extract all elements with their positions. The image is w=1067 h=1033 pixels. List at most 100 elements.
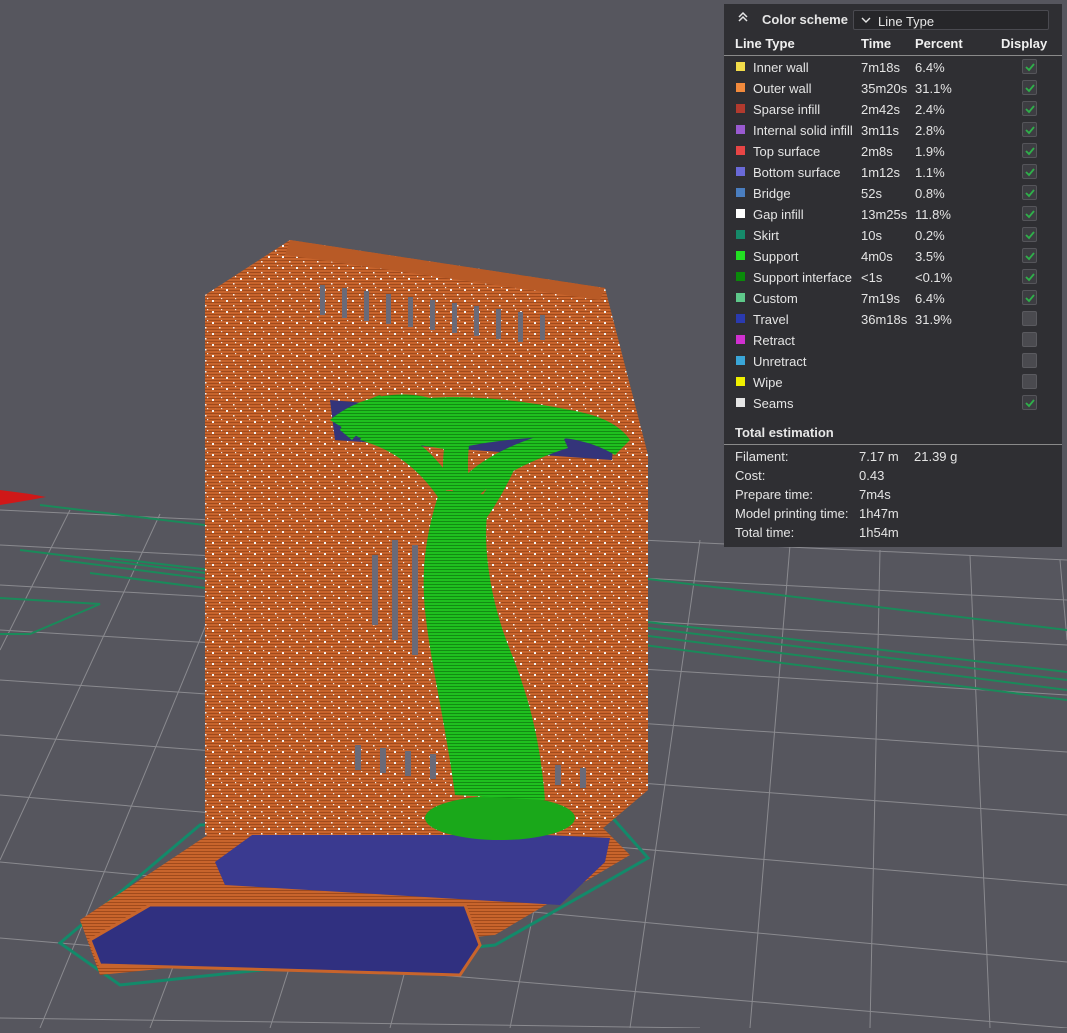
cost-label: Cost: [735, 468, 766, 483]
line-type-row: Support 4m0s 3.5% [724, 246, 1062, 267]
line-type-time: 2m42s [861, 102, 901, 117]
checkmark-icon [1025, 105, 1035, 114]
color-swatch [736, 251, 745, 260]
display-checkbox[interactable] [1022, 164, 1037, 179]
color-swatch [736, 146, 745, 155]
line-type-row: Bridge 52s 0.8% [724, 183, 1062, 204]
line-type-percent: 3.5% [915, 249, 945, 264]
cost-value: 0.43 [859, 468, 885, 483]
color-swatch [736, 209, 745, 218]
line-type-label: Internal solid infill [753, 123, 853, 138]
checkmark-icon [1025, 210, 1035, 219]
display-checkbox[interactable] [1022, 290, 1037, 305]
prepare-time-value: 7m4s [859, 487, 891, 502]
display-checkbox[interactable] [1022, 59, 1037, 74]
color-swatch [736, 62, 745, 71]
color-swatch [736, 83, 745, 92]
display-checkbox[interactable] [1022, 122, 1037, 137]
filament-weight: 21.39 g [914, 449, 958, 464]
line-type-label: Inner wall [753, 60, 809, 75]
display-checkbox[interactable] [1022, 311, 1037, 326]
line-type-percent: <0.1% [915, 270, 953, 285]
3d-preview-viewport[interactable]: Color scheme Line Type Line Type Time Pe… [0, 0, 1067, 1029]
display-checkbox[interactable] [1022, 248, 1037, 263]
line-type-row: Sparse infill 2m42s 2.4% [724, 99, 1062, 120]
checkmark-icon [1025, 294, 1035, 303]
line-type-percent: 31.1% [915, 81, 952, 96]
line-type-label: Seams [753, 396, 794, 411]
line-type-time: 7m19s [861, 291, 901, 306]
display-checkbox[interactable] [1022, 332, 1037, 347]
line-type-time: 2m8s [861, 144, 893, 159]
line-type-row: Unretract [724, 351, 1062, 372]
line-type-row: Internal solid infill 3m11s 2.8% [724, 120, 1062, 141]
chevron-down-icon [861, 17, 871, 23]
total-divider [724, 444, 1062, 445]
line-type-label: Retract [753, 333, 795, 348]
checkmark-icon [1025, 168, 1035, 177]
display-checkbox[interactable] [1022, 395, 1037, 410]
line-type-label: Unretract [753, 354, 807, 369]
color-scheme-dropdown[interactable]: Line Type [853, 10, 1049, 30]
color-swatch [736, 335, 745, 344]
total-time-value: 1h54m [859, 525, 899, 540]
line-type-row: Bottom surface 1m12s 1.1% [724, 162, 1062, 183]
line-type-percent: 2.4% [915, 102, 945, 117]
legend-panel: Color scheme Line Type Line Type Time Pe… [724, 4, 1062, 547]
checkmark-icon [1025, 63, 1035, 72]
column-header-display: Display [1001, 36, 1048, 51]
line-type-label: Travel [753, 312, 789, 327]
model-body [205, 240, 648, 835]
line-type-row: Seams [724, 393, 1062, 414]
line-type-time: 4m0s [861, 249, 893, 264]
line-type-time: 36m18s [861, 312, 908, 327]
checkmark-icon [1025, 399, 1035, 408]
color-swatch [736, 125, 745, 134]
line-type-label: Sparse infill [753, 102, 821, 117]
model-printing-time-value: 1h47m [859, 506, 899, 521]
display-checkbox[interactable] [1022, 101, 1037, 116]
line-type-percent: 1.1% [915, 165, 945, 180]
line-type-label: Support [753, 249, 799, 264]
line-type-label: Skirt [753, 228, 779, 243]
header-divider [724, 55, 1062, 56]
collapse-up-icon[interactable] [736, 10, 750, 24]
line-type-percent: 31.9% [915, 312, 952, 327]
line-type-row: Travel 36m18s 31.9% [724, 309, 1062, 330]
line-type-label: Bridge [753, 186, 791, 201]
display-checkbox[interactable] [1022, 80, 1037, 95]
color-swatch [736, 398, 745, 407]
display-checkbox[interactable] [1022, 353, 1037, 368]
line-type-percent: 2.8% [915, 123, 945, 138]
color-swatch [736, 377, 745, 386]
total-time-label: Total time: [735, 525, 795, 540]
line-type-row: Support interface <1s <0.1% [724, 267, 1062, 288]
line-type-row: Outer wall 35m20s 31.1% [724, 78, 1062, 99]
line-type-time: 52s [861, 186, 882, 201]
line-type-label: Custom [753, 291, 798, 306]
checkmark-icon [1025, 147, 1035, 156]
line-type-row: Skirt 10s 0.2% [724, 225, 1062, 246]
line-type-percent: 0.2% [915, 228, 945, 243]
line-type-row: Gap infill 13m25s 11.8% [724, 204, 1062, 225]
display-checkbox[interactable] [1022, 143, 1037, 158]
display-checkbox[interactable] [1022, 374, 1037, 389]
line-type-percent: 11.8% [915, 207, 951, 222]
checkmark-icon [1025, 273, 1035, 282]
line-type-time: 10s [861, 228, 882, 243]
display-checkbox[interactable] [1022, 227, 1037, 242]
display-checkbox[interactable] [1022, 185, 1037, 200]
color-scheme-title: Color scheme [762, 12, 848, 27]
color-swatch [736, 293, 745, 302]
color-scheme-header: Color scheme Line Type [724, 4, 1062, 34]
filament-label: Filament: [735, 449, 789, 464]
line-type-row: Retract [724, 330, 1062, 351]
display-checkbox[interactable] [1022, 206, 1037, 221]
model-printing-time-label: Model printing time: [735, 506, 849, 521]
display-checkbox[interactable] [1022, 269, 1037, 284]
color-swatch [736, 272, 745, 281]
line-type-percent: 6.4% [915, 291, 945, 306]
x-axis-arrow [0, 490, 46, 505]
line-type-row: Wipe [724, 372, 1062, 393]
color-swatch [736, 167, 745, 176]
